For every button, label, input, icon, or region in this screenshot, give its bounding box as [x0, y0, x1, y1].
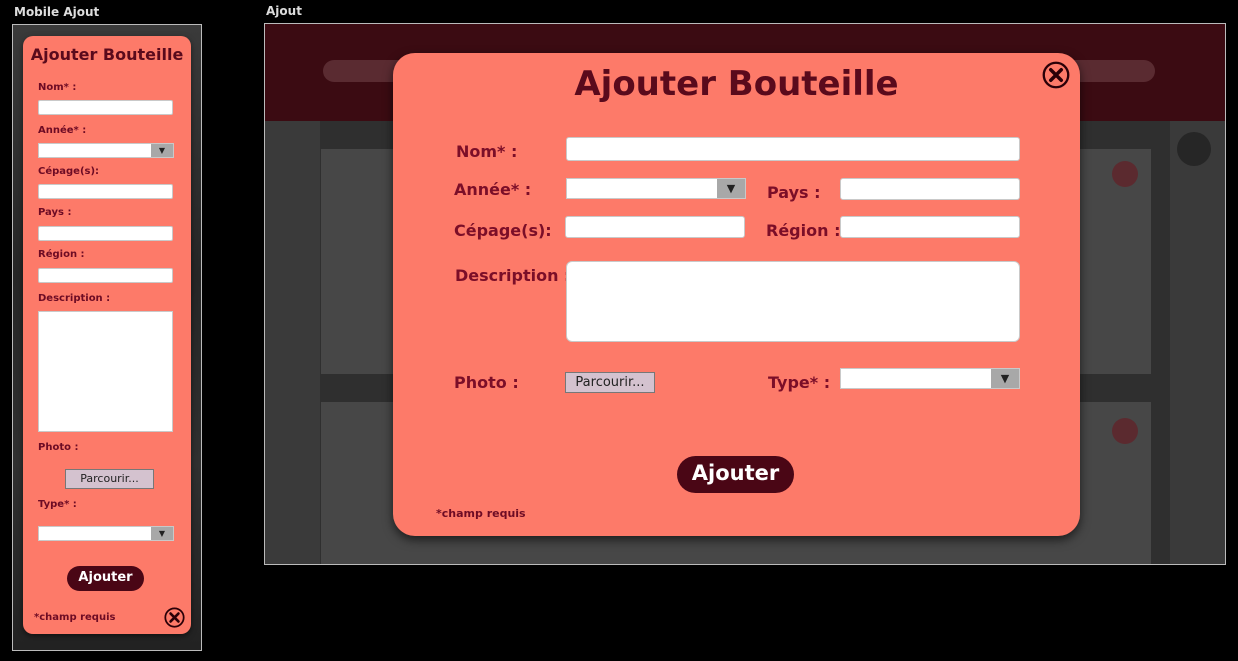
close-circle-icon[interactable] [164, 607, 185, 628]
nom-label: Nom* : [38, 82, 77, 93]
pays-label: Pays : [767, 183, 821, 202]
mobile-frame: Ajouter Bouteille Nom* : Année* : ▼ Cépa… [12, 24, 202, 651]
nom-input[interactable] [38, 100, 173, 115]
mobile-frame-label: Mobile Ajout [14, 5, 100, 19]
annee-label: Année* : [38, 125, 87, 136]
background-sidebar [265, 121, 320, 564]
close-circle-icon[interactable] [1042, 61, 1070, 89]
modal-title: Ajouter Bouteille [574, 64, 899, 104]
cepage-label: Cépage(s): [38, 166, 100, 177]
submit-button[interactable]: Ajouter [67, 566, 144, 591]
type-select[interactable]: ▼ [840, 368, 1020, 389]
pays-input[interactable] [840, 178, 1020, 200]
description-label: Description : [455, 266, 571, 285]
annee-select[interactable]: ▼ [38, 143, 174, 158]
region-input[interactable] [38, 268, 173, 283]
pays-label: Pays : [38, 207, 72, 218]
nom-input[interactable] [566, 137, 1020, 161]
cepage-label: Cépage(s): [454, 221, 552, 240]
pays-input[interactable] [38, 226, 173, 241]
triangle-down-icon: ▼ [991, 369, 1019, 388]
add-bottle-modal: Ajouter Bouteille Nom* : Année* : ▼ Pays… [393, 53, 1080, 536]
desktop-frame: Ajouter Bouteille Nom* : Année* : ▼ Pays… [264, 23, 1226, 565]
annee-label: Année* : [454, 180, 532, 199]
browse-button[interactable]: Parcourir... [65, 469, 154, 489]
background-circle [1177, 132, 1211, 166]
submit-button[interactable]: Ajouter [677, 456, 794, 493]
annee-select[interactable]: ▼ [566, 178, 746, 199]
photo-label: Photo : [38, 442, 79, 453]
background-circle [1112, 418, 1138, 444]
browse-button[interactable]: Parcourir... [565, 372, 655, 393]
required-note: *champ requis [436, 507, 526, 520]
modal-title: Ajouter Bouteille [30, 45, 184, 64]
required-note: *champ requis [34, 612, 116, 623]
triangle-down-icon: ▼ [717, 179, 745, 198]
region-label: Région : [38, 249, 85, 260]
type-select[interactable]: ▼ [38, 526, 174, 541]
triangle-down-icon: ▼ [151, 527, 173, 540]
photo-label: Photo : [454, 373, 519, 392]
description-textarea[interactable] [566, 261, 1020, 342]
region-label: Région : [766, 221, 841, 240]
type-label: Type* : [768, 373, 831, 392]
background-circle [1112, 161, 1138, 187]
background-right-column [1170, 121, 1225, 564]
triangle-down-icon: ▼ [151, 144, 173, 157]
mobile-add-bottle-modal: Ajouter Bouteille Nom* : Année* : ▼ Cépa… [23, 36, 191, 634]
cepage-input[interactable] [565, 216, 745, 238]
description-label: Description : [38, 293, 111, 304]
cepage-input[interactable] [38, 184, 173, 199]
region-input[interactable] [840, 216, 1020, 238]
type-label: Type* : [38, 499, 77, 510]
nom-label: Nom* : [456, 142, 518, 161]
description-textarea[interactable] [38, 311, 173, 432]
desktop-frame-label: Ajout [266, 4, 302, 18]
